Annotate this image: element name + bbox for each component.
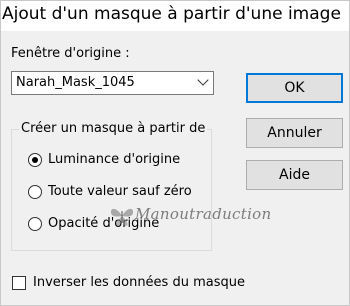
mask-source-legend: Créer un masque à partir de: [19, 121, 208, 137]
mask-from-image-dialog: Ajout d'un masque à partir d'une image F…: [0, 0, 350, 306]
window-title: Ajout d'un masque à partir d'une image: [2, 4, 341, 24]
title-bar: Ajout d'un masque à partir d'une image: [1, 1, 349, 31]
source-window-select[interactable]: Narah_Mask_1045: [11, 71, 214, 95]
help-button[interactable]: Aide: [246, 160, 343, 190]
radio-luminance[interactable]: [28, 153, 42, 167]
source-window-label: Fenêtre d'origine :: [11, 46, 130, 61]
ok-button[interactable]: OK: [246, 73, 343, 103]
cancel-button[interactable]: Annuler: [246, 118, 343, 148]
invert-mask-checkbox[interactable]: [12, 276, 26, 290]
invert-mask-label[interactable]: Inverser les données du masque: [33, 275, 245, 291]
radio-opacity-label[interactable]: Opacité d'origine: [48, 216, 159, 232]
radio-opacity[interactable]: [28, 217, 42, 231]
radio-any-nonzero-label[interactable]: Toute valeur sauf zéro: [48, 184, 192, 200]
radio-any-nonzero[interactable]: [28, 185, 42, 199]
radio-luminance-label[interactable]: Luminance d'origine: [48, 152, 180, 168]
source-window-value: Narah_Mask_1045: [16, 75, 135, 90]
chevron-down-icon[interactable]: [197, 74, 209, 86]
radio-selected-dot: [32, 157, 38, 163]
